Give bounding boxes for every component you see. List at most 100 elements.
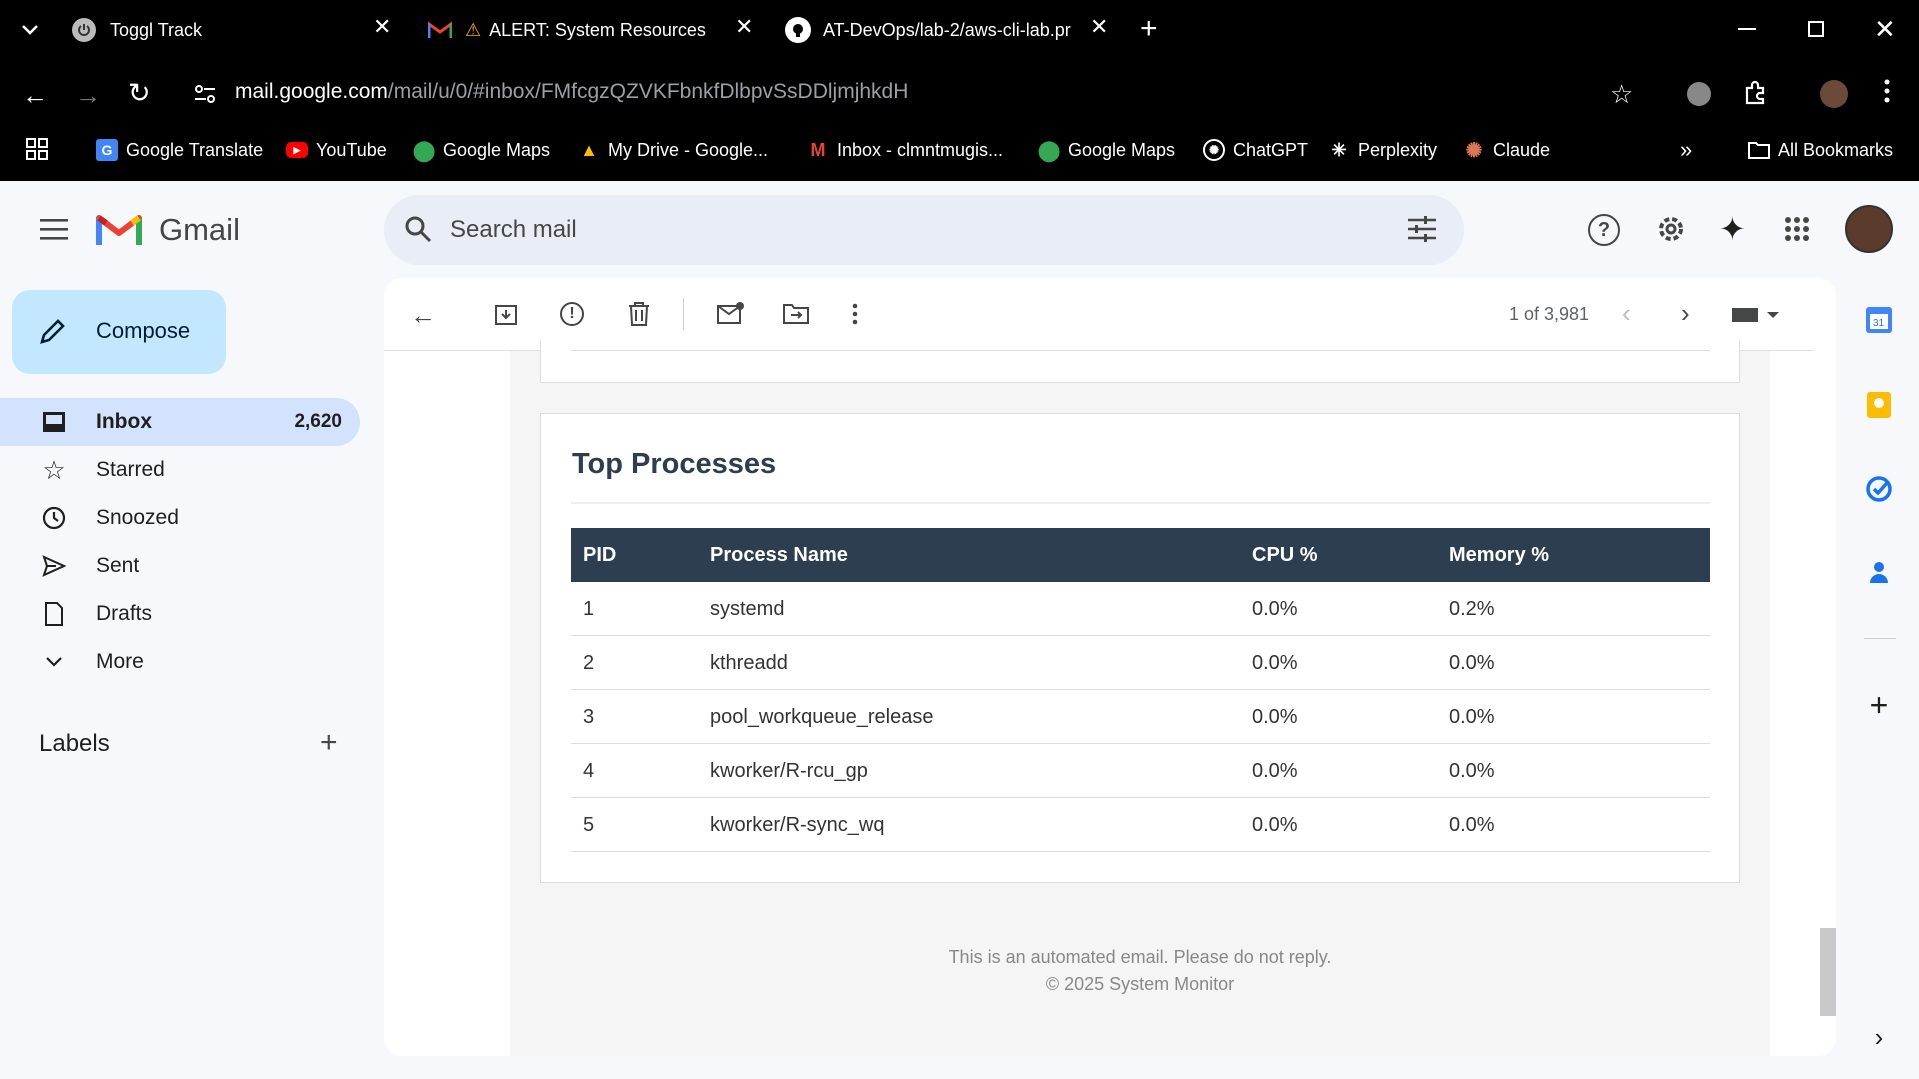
tab-search-button[interactable] — [18, 18, 42, 42]
close-tab-icon[interactable]: ✕ — [1090, 14, 1108, 40]
col-pid: PID — [583, 543, 617, 566]
browser-menu-icon[interactable] — [1884, 78, 1892, 104]
chevron-down-icon — [40, 648, 68, 676]
bookmark-my-drive[interactable]: ▲ My Drive - Google... — [578, 134, 768, 166]
bookmark-perplexity[interactable]: ✳ Perplexity — [1328, 134, 1437, 166]
extensions-icon[interactable] — [1742, 80, 1770, 108]
warning-icon: ⚠ — [465, 19, 482, 40]
delete-icon[interactable] — [628, 302, 650, 326]
tab-title: ALERT: System Resources Cr — [489, 19, 710, 40]
address-bar[interactable]: mail.google.com/mail/u/0/#inbox/FMfcgzQZ… — [235, 80, 908, 104]
footer-copyright: © 2025 System Monitor — [1045, 974, 1235, 994]
gmail-icon: M — [810, 139, 826, 160]
report-spam-icon[interactable]: ! — [560, 302, 584, 326]
tab-toggl[interactable]: Toggl Track ✕ — [60, 0, 405, 60]
tab-gmail-alert[interactable]: ⚠ ALERT: System Resources Cr ✕ — [405, 0, 775, 60]
expand-panel-icon[interactable]: › — [1862, 1020, 1896, 1054]
back-to-inbox-icon[interactable]: ← — [410, 300, 436, 331]
google-apps-icon[interactable] — [1784, 216, 1810, 242]
search-icon[interactable] — [404, 215, 434, 245]
compose-label: Compose — [96, 318, 191, 343]
tasks-icon[interactable] — [1862, 472, 1896, 506]
minimize-icon[interactable] — [1738, 28, 1756, 30]
table-row: 1 systemd 0.0% 0.2% — [571, 582, 1710, 636]
reload-icon[interactable]: ↻ — [128, 78, 151, 109]
side-panel-divider — [1864, 638, 1896, 639]
bookmark-inbox[interactable]: M Inbox - clmntmugis... — [807, 134, 1004, 166]
archive-icon[interactable] — [494, 302, 518, 326]
nav-starred[interactable]: ☆ Starred — [0, 446, 360, 494]
labels-heading: Labels — [39, 730, 110, 757]
bookmark-youtube[interactable]: ▶ YouTube — [286, 134, 387, 166]
claude-icon: ✺ — [1465, 139, 1483, 162]
nav-sent[interactable]: Sent — [0, 542, 360, 590]
bookmark-star-icon[interactable]: ☆ — [1610, 79, 1633, 110]
keep-icon[interactable] — [1862, 388, 1896, 422]
tab-title: Toggl Track — [110, 19, 203, 40]
gmail-logo-text: Gmail — [159, 212, 240, 247]
add-label-icon[interactable]: + — [320, 726, 338, 760]
search-input[interactable]: Search mail — [450, 216, 577, 244]
chatgpt-icon: ✺ — [1203, 139, 1225, 161]
get-addons-icon[interactable]: + — [1862, 687, 1896, 723]
clock-icon — [40, 504, 68, 532]
table-row: 5 kworker/R-sync_wq 0.0% 0.0% — [571, 798, 1710, 852]
move-to-icon[interactable] — [782, 302, 810, 326]
forward-icon[interactable]: → — [75, 80, 101, 111]
more-options-icon[interactable] — [852, 302, 858, 326]
table-row: 4 kworker/R-rcu_gp 0.0% 0.0% — [571, 744, 1710, 798]
bookmark-google-maps-2[interactable]: ⬤ Google Maps — [1038, 134, 1175, 166]
table-header: PID Process Name CPU % Memory % — [571, 528, 1710, 582]
settings-gear-icon[interactable] — [1654, 212, 1688, 246]
help-icon[interactable]: ? — [1588, 214, 1620, 246]
gmail-logo-icon[interactable] — [96, 212, 142, 248]
youtube-icon: ▶ — [286, 142, 308, 158]
url-host: mail.google.com — [235, 80, 388, 103]
previous-section-divider — [571, 350, 1710, 351]
close-window-icon[interactable]: ✕ — [1874, 14, 1896, 45]
prev-page-icon[interactable]: ‹ — [1622, 298, 1631, 329]
input-tools-icon[interactable] — [1731, 306, 1781, 324]
svg-text:31: 31 — [1873, 318, 1885, 329]
scrollbar-thumb[interactable] — [1820, 928, 1836, 1016]
more-bookmarks-icon[interactable]: » — [1680, 134, 1692, 166]
search-options-icon[interactable] — [1408, 216, 1436, 244]
apps-grid-icon[interactable] — [26, 138, 50, 162]
bookmark-google-translate[interactable]: G Google Translate — [96, 134, 263, 166]
calendar-icon[interactable]: 31 — [1862, 303, 1896, 337]
close-tab-icon[interactable]: ✕ — [373, 14, 391, 40]
account-avatar[interactable] — [1845, 205, 1893, 253]
star-icon: ☆ — [42, 454, 66, 485]
profile-avatar-icon[interactable] — [1820, 80, 1848, 108]
power-icon — [72, 18, 96, 42]
close-tab-icon[interactable]: ✕ — [735, 14, 753, 40]
mark-unread-icon[interactable] — [716, 302, 744, 326]
col-memory: Memory % — [1449, 543, 1550, 566]
table-row: 3 pool_workqueue_release 0.0% 0.0% — [571, 690, 1710, 744]
contacts-icon[interactable] — [1862, 555, 1896, 589]
tab-github[interactable]: AT-DevOps/lab-2/aws-cli-lab.pr ✕ — [775, 0, 1120, 60]
bookmark-chatgpt[interactable]: ✺ ChatGPT — [1203, 134, 1308, 166]
nav-snoozed[interactable]: Snoozed — [0, 494, 360, 542]
bookmark-claude[interactable]: ✺ Claude — [1463, 134, 1550, 166]
maps-pin-icon: ⬤ — [1037, 139, 1061, 162]
nav-more[interactable]: More — [0, 638, 360, 686]
main-menu-icon[interactable] — [40, 218, 68, 240]
maps-pin-icon: ⬤ — [412, 139, 436, 162]
site-info-icon[interactable] — [193, 82, 217, 106]
github-icon — [785, 17, 811, 43]
url-path: /mail/u/0/#inbox/FMfcgzQZVKFbnkfDlbpvSsD… — [387, 80, 909, 103]
perplexity-icon: ✳ — [1331, 139, 1347, 160]
extension-toggl-icon[interactable] — [1687, 82, 1711, 106]
restore-icon[interactable] — [1808, 21, 1824, 37]
new-tab-icon[interactable]: + — [1140, 12, 1158, 46]
back-icon[interactable]: ← — [22, 80, 48, 111]
all-bookmarks[interactable]: All Bookmarks — [1748, 134, 1893, 166]
nav-inbox[interactable]: Inbox 2,620 — [0, 398, 360, 446]
unread-count: 2,620 — [294, 411, 342, 432]
gemini-sparkle-icon[interactable]: ✦ — [1719, 210, 1746, 248]
next-page-icon[interactable]: › — [1681, 298, 1690, 329]
nav-drafts[interactable]: Drafts — [0, 590, 360, 638]
bookmark-google-maps[interactable]: ⬤ Google Maps — [413, 134, 550, 166]
send-icon — [40, 552, 68, 580]
